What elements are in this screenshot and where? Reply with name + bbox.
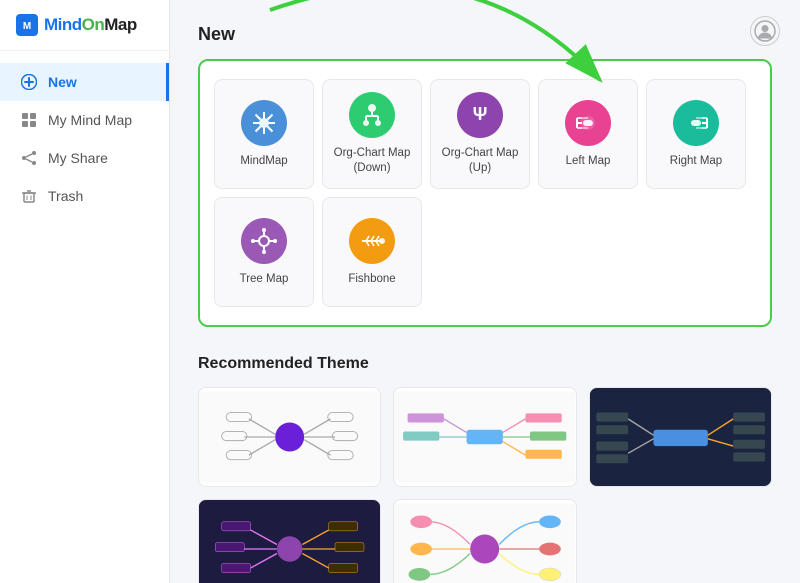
left-map-card[interactable]: Left Map — [538, 79, 638, 189]
logo-text: MindOnMap — [44, 15, 137, 35]
sidebar-item-my-mind-map[interactable]: My Mind Map — [0, 101, 169, 139]
tree-map-label: Tree Map — [240, 272, 289, 287]
mindmap-label: MindMap — [240, 154, 287, 169]
plus-icon — [20, 73, 38, 91]
sidebar-item-label: New — [48, 74, 77, 90]
right-map-card[interactable]: Right Map — [646, 79, 746, 189]
user-avatar[interactable] — [750, 16, 780, 46]
sidebar-item-label: My Mind Map — [48, 112, 132, 128]
logo: M MindOnMap — [0, 0, 169, 51]
recommended-theme-title: Recommended Theme — [198, 355, 772, 373]
theme-card-5[interactable] — [393, 499, 576, 583]
left-map-icon — [565, 100, 611, 146]
theme-card-1[interactable] — [198, 387, 381, 487]
trash-icon — [20, 187, 38, 205]
theme-card-2[interactable] — [393, 387, 576, 487]
theme-grid — [198, 387, 772, 583]
sidebar-item-label: Trash — [48, 188, 83, 204]
sidebar-item-trash[interactable]: Trash — [0, 177, 169, 215]
org-chart-up-icon: Ψ — [457, 92, 503, 138]
main-content: New MindMap — [170, 0, 800, 583]
grid-icon — [20, 111, 38, 129]
map-grid: MindMap Org-Chart Map (Down) — [214, 79, 756, 307]
sidebar-item-my-share[interactable]: My Share — [0, 139, 169, 177]
right-map-icon — [673, 100, 719, 146]
org-chart-down-label: Org-Chart Map (Down) — [334, 146, 411, 176]
sidebar: M MindOnMap New — [0, 0, 170, 583]
tree-map-card[interactable]: Tree Map — [214, 197, 314, 307]
svg-text:M: M — [23, 21, 31, 32]
org-chart-up-label: Org-Chart Map (Up) — [431, 146, 529, 176]
theme-card-3[interactable] — [589, 387, 772, 487]
mindmap-icon — [241, 100, 287, 146]
tree-map-icon — [241, 218, 287, 264]
logo-icon: M — [16, 14, 38, 36]
svg-text:Ψ: Ψ — [473, 104, 488, 124]
right-map-label: Right Map — [670, 154, 722, 169]
new-section-title: New — [198, 24, 772, 45]
sidebar-item-new[interactable]: New — [0, 63, 169, 101]
new-grid-container: MindMap Org-Chart Map (Down) — [198, 59, 772, 327]
fishbone-label: Fishbone — [348, 272, 395, 287]
mindmap-card[interactable]: MindMap — [214, 79, 314, 189]
left-map-label: Left Map — [566, 154, 611, 169]
share-icon — [20, 149, 38, 167]
org-chart-down-card[interactable]: Org-Chart Map (Down) — [322, 79, 422, 189]
fishbone-card[interactable]: Fishbone — [322, 197, 422, 307]
theme-card-4[interactable] — [198, 499, 381, 583]
org-chart-down-icon — [349, 92, 395, 138]
fishbone-icon — [349, 218, 395, 264]
sidebar-nav: New My Mind Map — [0, 51, 169, 583]
org-chart-up-card[interactable]: Ψ Org-Chart Map (Up) — [430, 79, 530, 189]
sidebar-item-label: My Share — [48, 150, 108, 166]
